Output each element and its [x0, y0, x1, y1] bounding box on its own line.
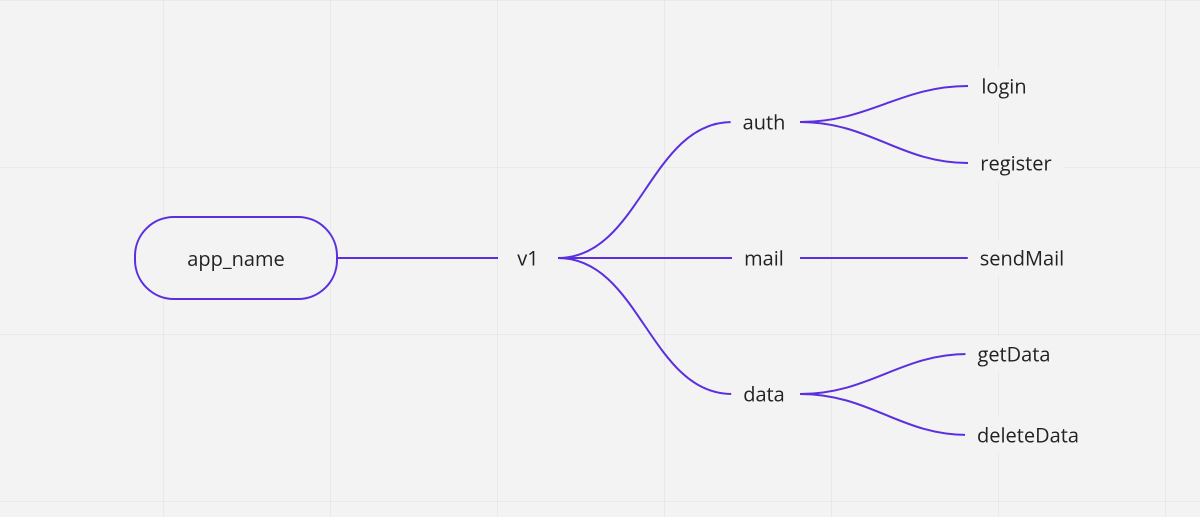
node-auth-label: auth [743, 109, 786, 136]
node-root: app_name [134, 216, 338, 300]
node-login: login [969, 69, 1038, 104]
node-getdata: getData [965, 337, 1062, 372]
node-register-label: register [980, 150, 1051, 177]
node-v1-label: v1 [517, 245, 538, 272]
node-sendmail: sendMail [968, 241, 1076, 276]
diagram-canvas: app_name v1 auth mail data login registe… [0, 0, 1200, 517]
node-deletedata: deleteData [965, 418, 1091, 453]
node-data: data [731, 377, 797, 412]
node-deletedata-label: deleteData [977, 422, 1079, 449]
edge-data-getdata [800, 354, 968, 394]
node-root-label: app_name [187, 245, 284, 272]
node-auth: auth [731, 105, 798, 140]
edge-v1-data [558, 258, 732, 394]
edge-auth-register [800, 122, 968, 163]
edge-data-deletedata [800, 394, 968, 435]
node-getdata-label: getData [977, 341, 1050, 368]
node-register: register [968, 146, 1063, 181]
node-data-label: data [743, 381, 785, 408]
node-mail: mail [732, 241, 796, 276]
edge-auth-login [800, 86, 968, 122]
node-mail-label: mail [744, 245, 784, 272]
edge-v1-auth [558, 122, 732, 258]
node-login-label: login [981, 73, 1026, 100]
node-sendmail-label: sendMail [980, 245, 1064, 272]
node-v1: v1 [505, 241, 550, 276]
